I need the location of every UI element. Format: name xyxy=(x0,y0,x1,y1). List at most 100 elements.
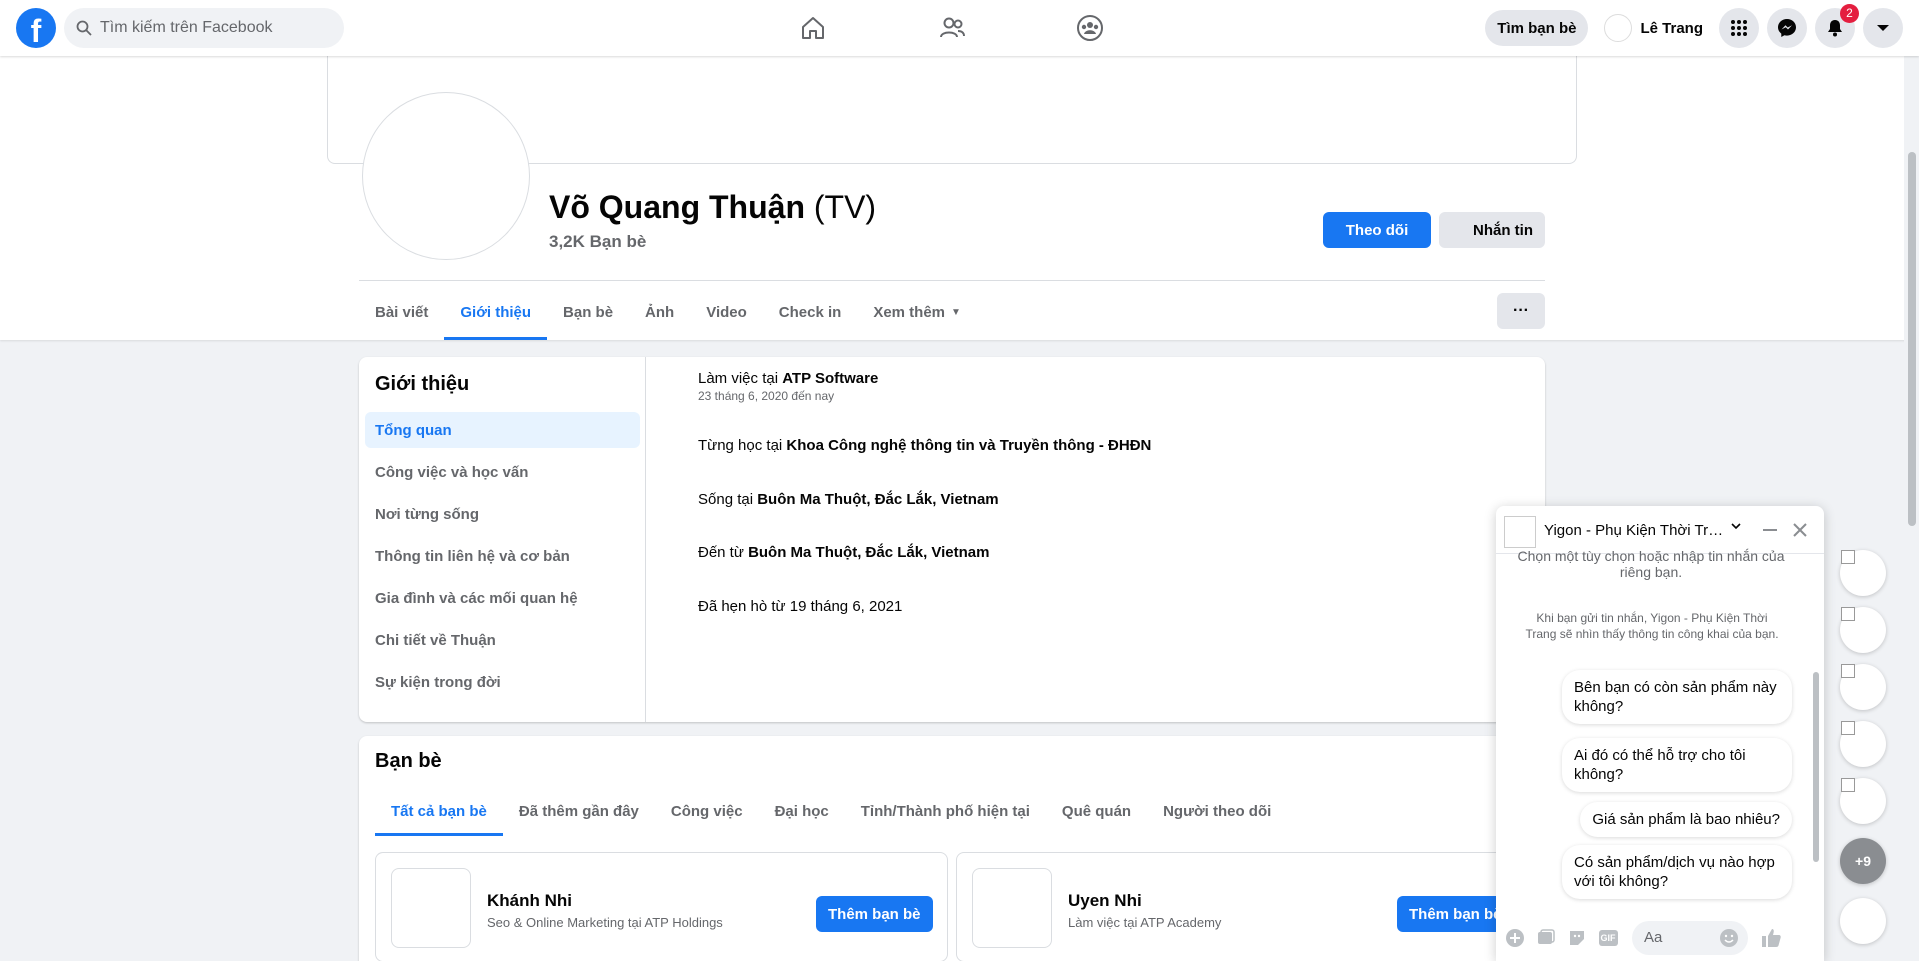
chevron-down-icon[interactable] xyxy=(1730,520,1742,535)
profile-chip[interactable]: Lê Trang xyxy=(1600,10,1711,46)
chat-scrollbar[interactable] xyxy=(1812,558,1820,898)
search-icon xyxy=(76,20,92,36)
about-nav-family[interactable]: Gia đình và các mối quan hệ xyxy=(365,580,640,616)
notifications-button[interactable]: 2 xyxy=(1815,4,1859,48)
tab-see-more-label: Xem thêm xyxy=(873,303,946,321)
friends-icon xyxy=(940,17,965,38)
friend-item: Khánh Nhi Seo & Online Marketing tại ATP… xyxy=(375,852,948,961)
emoji-icon[interactable] xyxy=(1718,927,1740,949)
tab-videos[interactable]: Video xyxy=(690,284,763,340)
like-icon[interactable] xyxy=(1760,927,1782,949)
more-chats-button[interactable]: +9 xyxy=(1840,838,1886,884)
page-scrollbar-thumb[interactable] xyxy=(1908,152,1916,526)
top-navbar: f Tìm bạn bè Lê Trang 2 xyxy=(0,0,1919,56)
new-message-button[interactable] xyxy=(1840,898,1886,944)
friend-name[interactable]: Uyen Nhi xyxy=(1068,891,1142,911)
friend-avatar[interactable] xyxy=(972,868,1052,948)
chat-name[interactable]: Yigon - Phụ Kiện Thời Trang xyxy=(1544,522,1724,539)
friends-title[interactable]: Bạn bè xyxy=(375,750,442,773)
friend-name[interactable]: Khánh Nhi xyxy=(487,891,572,911)
menu-grid-icon xyxy=(1731,20,1747,36)
profile-name: Võ Quang Thuận (TV) xyxy=(549,189,876,226)
tab-about[interactable]: Giới thiệu xyxy=(444,284,547,340)
dropdown-icon: ▼ xyxy=(951,306,961,318)
profile-name-main: Võ Quang Thuận xyxy=(549,189,805,225)
friends-tab-current-city[interactable]: Tỉnh/Thành phố hiện tại xyxy=(845,786,1046,836)
bell-icon xyxy=(1828,20,1842,37)
find-friends-button[interactable]: Tìm bạn bè xyxy=(1485,10,1589,46)
chat-head[interactable] xyxy=(1840,778,1886,824)
message-button[interactable]: Nhắn tin xyxy=(1439,212,1545,248)
friends-nav-button[interactable] xyxy=(936,12,968,44)
about-nav-life-events[interactable]: Sự kiện trong đời xyxy=(365,664,640,700)
account-button[interactable] xyxy=(1863,8,1903,48)
groups-nav-button[interactable] xyxy=(1074,12,1106,44)
about-nav-contact-info[interactable]: Thông tin liên hệ và cơ bản xyxy=(365,538,640,574)
friends-tab-followers[interactable]: Người theo dõi xyxy=(1147,786,1287,836)
tab-see-more[interactable]: Xem thêm ▼ xyxy=(857,284,977,340)
user-name: Lê Trang xyxy=(1640,19,1703,37)
home-icon xyxy=(802,17,824,39)
chat-header[interactable]: Yigon - Phụ Kiện Thời Trang xyxy=(1496,506,1824,554)
search-box[interactable] xyxy=(64,8,344,48)
add-friend-button[interactable]: Thêm bạn bè xyxy=(816,896,933,932)
image-icon[interactable] xyxy=(1535,927,1557,949)
account-caret-icon xyxy=(1877,25,1889,31)
from-place[interactable]: Buôn Ma Thuột, Đắc Lắk, Vietnam xyxy=(748,544,989,561)
chat-head[interactable] xyxy=(1840,721,1886,767)
user-avatar xyxy=(1604,14,1633,42)
quick-reply[interactable]: Có sản phẩm/dịch vụ nào hợp với tôi khôn… xyxy=(1562,845,1792,899)
right-nav: Tìm bạn bè Lê Trang 2 xyxy=(1485,0,1919,56)
lives-row: Sống tại Buôn Ma Thuột, Đắc Lắk, Vietnam xyxy=(698,491,999,508)
about-nav-places[interactable]: Nơi từng sống xyxy=(365,496,640,532)
about-nav-details[interactable]: Chi tiết về Thuận xyxy=(365,622,640,658)
study-place[interactable]: Khoa Công nghệ thông tin và Truyền thông… xyxy=(786,437,1151,454)
friends-tab-university[interactable]: Đại học xyxy=(759,786,845,836)
friends-tab-hometown[interactable]: Quê quán xyxy=(1046,786,1147,836)
relationship-row: Đã hẹn hò từ 19 tháng 6, 2021 xyxy=(698,598,903,615)
profile-avatar[interactable] xyxy=(362,92,530,260)
profile-friends-count[interactable]: 3,2K Bạn bè xyxy=(549,232,646,252)
chat-scrollbar-thumb[interactable] xyxy=(1813,672,1819,862)
quick-reply[interactable]: Ai đó có thể hỗ trợ cho tôi không? xyxy=(1562,738,1792,792)
tab-posts[interactable]: Bài viết xyxy=(359,284,444,340)
facebook-logo[interactable]: f xyxy=(16,8,56,48)
about-nav-overview[interactable]: Tổng quan xyxy=(365,412,640,448)
close-button[interactable] xyxy=(1788,518,1812,542)
search-input[interactable] xyxy=(100,19,320,37)
messenger-button[interactable] xyxy=(1767,8,1807,48)
menu-button[interactable] xyxy=(1719,8,1759,48)
follow-button[interactable]: Theo dõi xyxy=(1323,212,1431,248)
chat-head-avatar xyxy=(1841,607,1855,621)
chat-avatar[interactable] xyxy=(1504,516,1536,548)
chat-intro-text: Chọn một tùy chọn hoặc nhập tin nhắn của… xyxy=(1517,548,1785,580)
tab-checkins[interactable]: Check in xyxy=(763,284,858,340)
page-scrollbar[interactable] xyxy=(1904,56,1919,961)
lives-place[interactable]: Buôn Ma Thuột, Đắc Lắk, Vietnam xyxy=(757,491,998,508)
chat-head[interactable] xyxy=(1840,664,1886,710)
minimize-button[interactable] xyxy=(1758,518,1782,542)
profile-alt-name: (TV) xyxy=(813,189,877,225)
study-row: Từng học tại Khoa Công nghệ thông tin và… xyxy=(698,437,1151,454)
chat-head[interactable] xyxy=(1840,550,1886,596)
about-nav-work-education[interactable]: Công việc và học vấn xyxy=(365,454,640,490)
plus-icon[interactable] xyxy=(1504,927,1526,949)
friends-tab-all[interactable]: Tất cả bạn bè xyxy=(375,786,503,836)
quick-reply[interactable]: Giá sản phẩm là bao nhiêu? xyxy=(1580,802,1792,837)
tab-photos[interactable]: Ảnh xyxy=(629,284,690,340)
gif-icon[interactable]: GIF xyxy=(1597,927,1619,949)
sticker-icon[interactable] xyxy=(1566,927,1588,949)
chat-head[interactable] xyxy=(1840,607,1886,653)
friends-tabs: Tất cả bạn bè Đã thêm gần đây Công việc … xyxy=(375,786,1287,836)
chat-head-avatar xyxy=(1841,664,1855,678)
work-place[interactable]: ATP Software xyxy=(782,370,878,387)
friend-item: Uyen Nhi Làm việc tại ATP Academy Thêm b… xyxy=(956,852,1529,961)
friends-tab-recent[interactable]: Đã thêm gần đây xyxy=(503,786,655,836)
friend-avatar[interactable] xyxy=(391,868,471,948)
quick-reply[interactable]: Bên bạn có còn sản phẩm này không? xyxy=(1562,670,1792,724)
tab-friends[interactable]: Bạn bè xyxy=(547,284,629,340)
friends-tab-work[interactable]: Công việc xyxy=(655,786,759,836)
home-nav-button[interactable] xyxy=(797,12,829,44)
more-options-button[interactable]: ··· xyxy=(1497,293,1545,329)
from-prefix: Đến từ xyxy=(698,544,749,561)
